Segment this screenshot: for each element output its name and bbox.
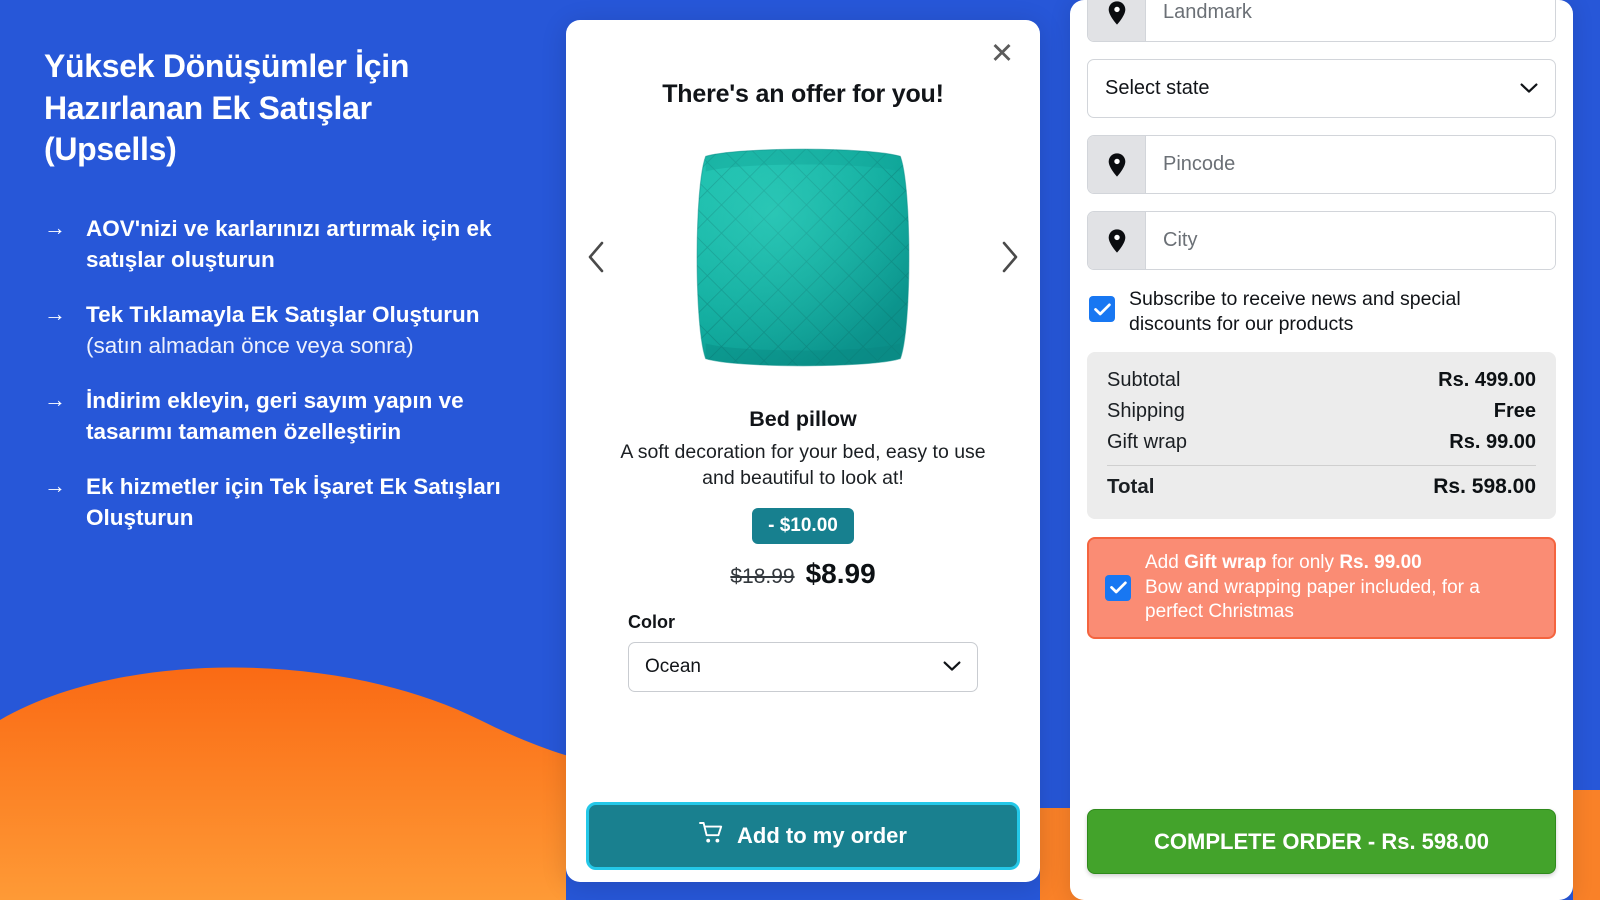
- color-select[interactable]: Ocean: [628, 641, 978, 692]
- giftwrap-line1-price: Rs. 99.00: [1339, 551, 1422, 573]
- city-input[interactable]: [1146, 212, 1555, 269]
- promo-content: Yüksek Dönüşümler İçin Hazırlanan Ek Sat…: [0, 0, 566, 533]
- subscribe-row: Subscribe to receive news and special di…: [1087, 287, 1556, 337]
- arrow-right-icon: →: [44, 473, 66, 499]
- order-summary: Subtotal Rs. 499.00 Shipping Free Gift w…: [1087, 351, 1556, 519]
- bullet-text: İndirim ekleyin, geri sayım yapın ve tas…: [86, 387, 464, 445]
- giftwrap-line1-prefix: Add: [1145, 551, 1185, 573]
- offer-modal: ✕ There's an offer for you! Bed pillow A…: [566, 20, 1040, 882]
- checkout-panel: Select state Su: [1070, 0, 1573, 900]
- summary-value: Rs. 499.00: [1438, 368, 1536, 391]
- color-label: Color: [628, 611, 675, 632]
- location-pin-icon: [1088, 136, 1146, 193]
- divider: [1107, 464, 1536, 466]
- product-description: A soft decoration for your bed, easy to …: [620, 441, 986, 489]
- summary-value: Free: [1493, 399, 1536, 422]
- pincode-input[interactable]: [1146, 136, 1555, 193]
- product-name: Bed pillow: [749, 407, 857, 431]
- add-to-my-order-label: Add to my order: [737, 823, 907, 848]
- close-icon[interactable]: ✕: [982, 34, 1022, 74]
- state-select[interactable]: Select state: [1087, 59, 1556, 118]
- product-carousel: [566, 117, 1040, 397]
- chevron-down-icon: [1520, 83, 1538, 94]
- chevron-down-icon: [943, 661, 961, 672]
- subscribe-label: Subscribe to receive news and special di…: [1129, 288, 1461, 335]
- giftwrap-text: Add Gift wrap for only Rs. 99.00 Bow and …: [1145, 551, 1538, 625]
- giftwrap-line1-bold: Gift wrap: [1184, 551, 1267, 573]
- complete-order-button[interactable]: COMPLETE ORDER - Rs. 598.00: [1087, 809, 1556, 874]
- landmark-input[interactable]: [1146, 0, 1555, 41]
- giftwrap-line1-middle: for only: [1266, 551, 1340, 573]
- page-title: Yüksek Dönüşümler İçin Hazırlanan Ek Sat…: [44, 48, 410, 168]
- chevron-left-icon[interactable]: [576, 234, 616, 280]
- promo-bullet-list: → AOV'nizi ve karlarınızı artırmak için …: [44, 213, 522, 533]
- summary-row-total: Total Rs. 598.00: [1107, 471, 1536, 503]
- subscribe-checkbox[interactable]: [1089, 296, 1115, 322]
- offer-title: There's an offer for you!: [662, 80, 944, 108]
- color-option-block: Color Ocean: [566, 612, 1040, 692]
- city-field-row: [1087, 211, 1556, 270]
- summary-row-giftwrap: Gift wrap Rs. 99.00: [1107, 427, 1536, 458]
- arrow-right-icon: →: [44, 300, 66, 326]
- bullet-text: Tek Tıklamayla Ek Satışlar Oluşturun (sa…: [86, 301, 480, 358]
- color-select-value: Ocean: [645, 655, 701, 677]
- summary-row-shipping: Shipping Free: [1107, 396, 1536, 427]
- list-item: → İndirim ekleyin, geri sayım yapın ve t…: [44, 385, 522, 447]
- list-item: → Tek Tıklamayla Ek Satışlar Oluşturun (…: [44, 299, 522, 361]
- promo-panel: Yüksek Dönüşümler İçin Hazırlanan Ek Sat…: [0, 0, 566, 900]
- summary-value: Rs. 99.00: [1449, 430, 1536, 453]
- location-pin-icon: [1088, 0, 1146, 41]
- chevron-right-icon[interactable]: [990, 234, 1030, 280]
- bullet-text: AOV'nizi ve karlarınızı artırmak için ek…: [86, 215, 492, 272]
- bullet-text: Ek hizmetler için Tek İşaret Ek Satışlar…: [86, 474, 501, 531]
- discount-badge-wrapper: - $10.00: [566, 507, 1040, 544]
- right-background: [1573, 0, 1600, 900]
- giftwrap-line2: Bow and wrapping paper included, for a p…: [1145, 576, 1480, 623]
- giftwrap-upsell-box: Add Gift wrap for only Rs. 99.00 Bow and …: [1087, 536, 1556, 639]
- status-badge: - $10.00: [752, 507, 854, 544]
- list-item: → Ek hizmetler için Tek İşaret Ek Satışl…: [44, 471, 522, 533]
- arrow-right-icon: →: [44, 386, 66, 412]
- state-select-value: Select state: [1105, 77, 1210, 99]
- summary-row-subtotal: Subtotal Rs. 499.00: [1107, 365, 1536, 396]
- summary-total-label: Total: [1107, 474, 1155, 498]
- price-row: $18.99 $8.99: [566, 558, 1040, 590]
- product-image: [696, 148, 910, 366]
- price-discounted: $8.99: [805, 557, 876, 589]
- giftwrap-checkbox[interactable]: [1105, 574, 1131, 601]
- shopping-cart-icon: [699, 821, 725, 851]
- right-background-blue: [1573, 0, 1600, 790]
- add-to-my-order-button[interactable]: Add to my order: [586, 802, 1020, 870]
- summary-total-value: Rs. 598.00: [1433, 474, 1536, 498]
- price-original: $18.99: [730, 564, 795, 588]
- location-pin-icon: [1088, 212, 1146, 269]
- landmark-field-row: [1087, 0, 1556, 42]
- pincode-field-row: [1087, 135, 1556, 194]
- orange-wave-decoration: [0, 667, 566, 900]
- summary-label: Subtotal: [1107, 368, 1181, 391]
- summary-label: Shipping: [1107, 399, 1185, 422]
- summary-label: Gift wrap: [1107, 430, 1188, 453]
- right-background-orange: [1573, 790, 1600, 900]
- arrow-right-icon: →: [44, 214, 66, 240]
- list-item: → AOV'nizi ve karlarınızı artırmak için …: [44, 213, 522, 275]
